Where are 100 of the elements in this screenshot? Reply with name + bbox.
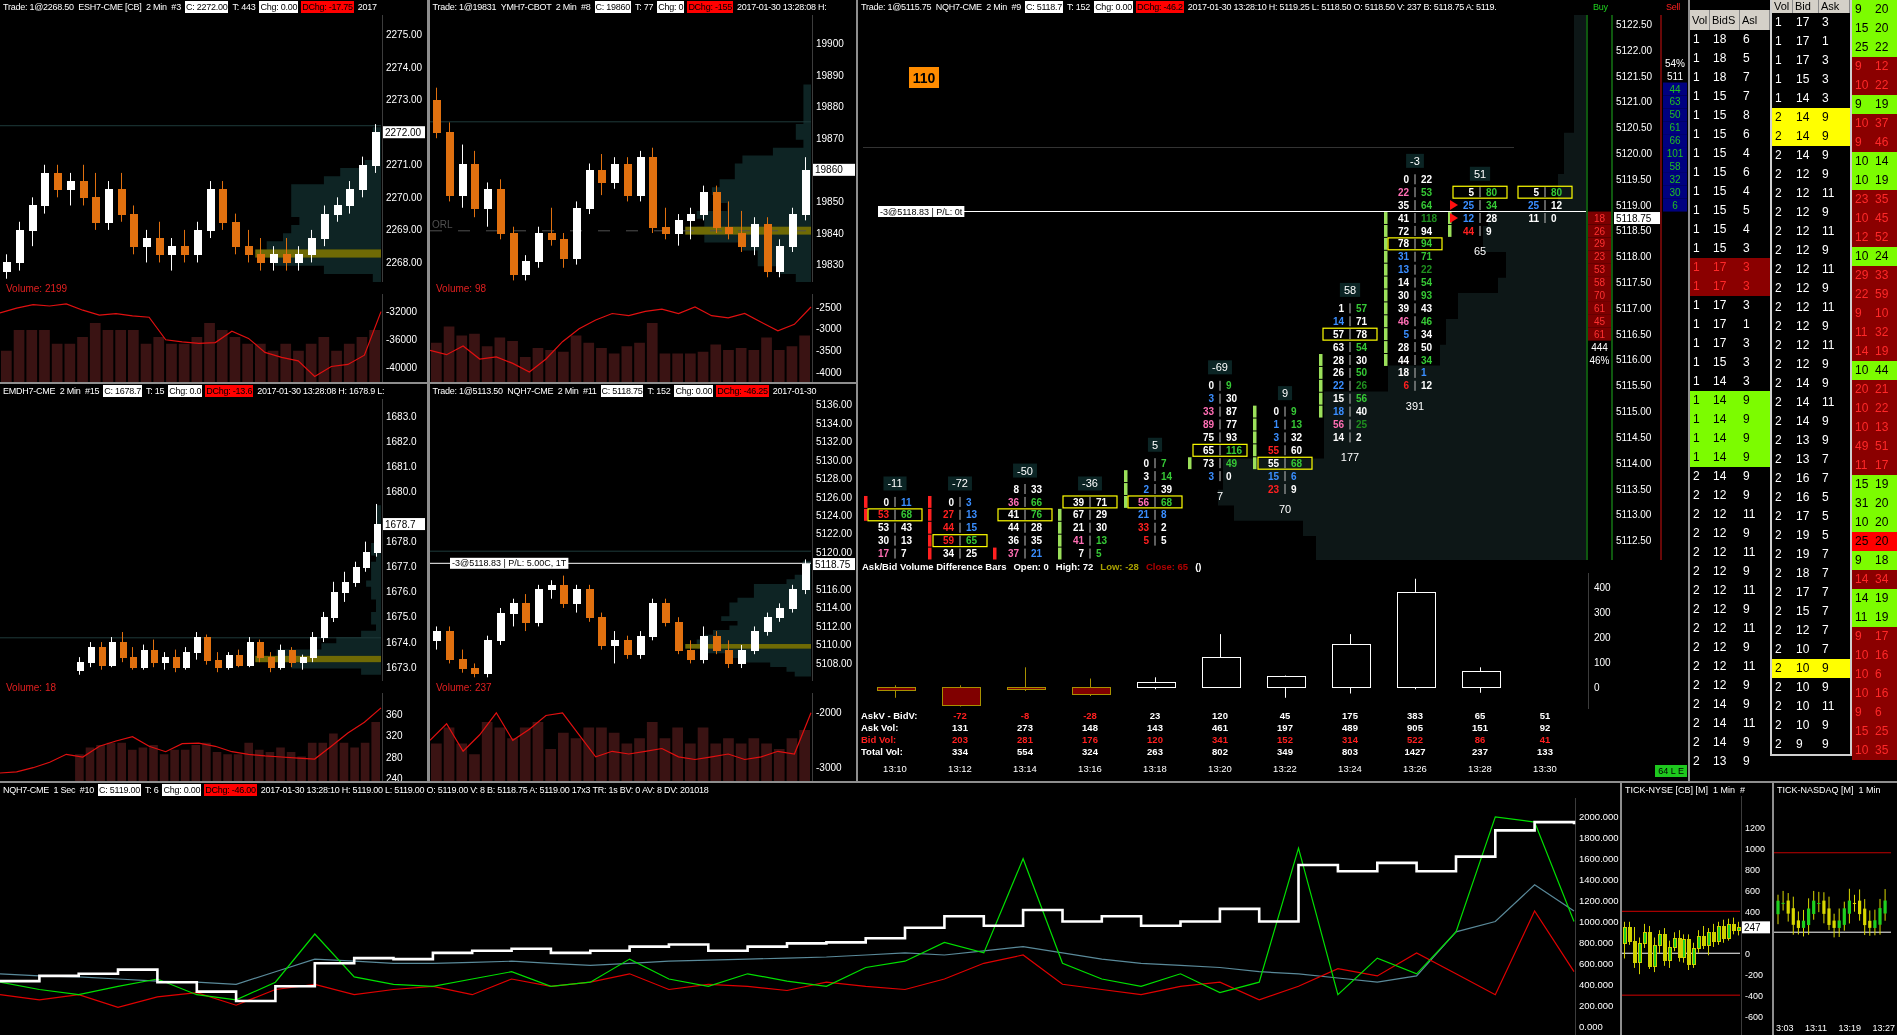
ask-volume: 13 <box>901 535 913 547</box>
ladder-cell-text: 12 <box>1712 487 1728 504</box>
candle <box>509 226 518 281</box>
ladder-cell-text: 10 <box>1854 400 1870 417</box>
ladder-cell-text: 11 <box>1821 223 1836 240</box>
bid-volume: 8 <box>1013 483 1019 495</box>
ladder-cell-text: 12 <box>1795 299 1811 316</box>
bid-volume: 0 <box>1143 457 1149 469</box>
ladder-cell-text: 2 <box>1692 525 1701 542</box>
axis-label: 19890 <box>815 69 844 81</box>
ladder-cell-text: 6 <box>1742 31 1751 48</box>
candle <box>496 607 505 646</box>
ladder-cell-text: 10 <box>1854 248 1870 265</box>
candle <box>661 207 670 240</box>
bid-volume: 65 <box>1202 444 1214 456</box>
ladder-cell-text: 17 <box>1795 584 1811 601</box>
volume-label: Volume: 237 <box>435 682 492 693</box>
side-summary: 46% <box>1589 354 1610 366</box>
ladder-cell-text: 33 <box>1874 267 1890 284</box>
candle <box>648 598 657 641</box>
time-label: 13:16 <box>1077 762 1103 776</box>
chart-info-text: 2017-01-30 13:28:08 H: <box>735 1 828 13</box>
candle <box>432 625 441 651</box>
candle <box>877 684 916 699</box>
candle <box>534 584 543 627</box>
ladder-cell-text: 2 <box>1692 601 1701 618</box>
last-price-tag: 5118.75 <box>1614 212 1660 224</box>
table-value: 905 <box>1407 721 1423 733</box>
ladder-cell-text: 9 <box>1821 736 1830 753</box>
axis-label: 1000 <box>1745 843 1766 854</box>
ladder-cell-text: 9 <box>1742 449 1751 466</box>
candle <box>636 630 645 660</box>
candle <box>374 503 381 558</box>
change-value-tag: DChg: -17.75 <box>301 1 354 13</box>
bid-volume: 39 <box>1072 496 1084 508</box>
ladder-cell-text: 4 <box>1742 221 1751 238</box>
ladder-cell-text: 11 <box>1821 261 1836 278</box>
time-label: 13:26 <box>1402 762 1428 776</box>
ladder-cell-text: 20 <box>1874 1 1890 18</box>
ladder-cell-text: 2 <box>1692 487 1701 504</box>
ladder-cell-text: 10 <box>1854 685 1870 702</box>
candle <box>483 635 492 678</box>
ladder-cell-text: 11 <box>1821 299 1836 316</box>
candle <box>118 172 126 223</box>
axis-label: -200 <box>1745 969 1763 980</box>
ladder-cell-text: 12 <box>1795 337 1811 354</box>
axis-label: 800.000 <box>1579 936 1614 948</box>
ladder-cell-text: 19 <box>1874 172 1890 189</box>
ladder-cell-text: 7 <box>1821 546 1830 563</box>
candle <box>278 644 285 671</box>
ladder-cell-text: 49 <box>1854 438 1870 455</box>
axis-label: 600 <box>1745 885 1761 896</box>
ladder-cell-text: 14 <box>1712 373 1728 390</box>
ladder-cell-text: 13 <box>1795 432 1811 449</box>
candle <box>788 584 797 614</box>
axis-label: 5116.00 <box>1616 354 1652 366</box>
ladder-cell-text: 22 <box>1874 39 1890 56</box>
candle <box>346 180 354 215</box>
candle <box>16 221 24 272</box>
ladder-cell-text: 17 <box>1795 14 1811 31</box>
ladder-cell-text: 2 <box>1774 261 1783 278</box>
ladder-cell-text: 10 <box>1854 742 1870 759</box>
table-value: 120 <box>1212 709 1228 721</box>
axis-label: 1676.0 <box>386 586 417 598</box>
bid-volume: 53 <box>877 509 889 521</box>
time-label: 13:10 <box>882 762 908 776</box>
candle <box>359 156 367 198</box>
ladder-cell-text: 11 <box>1742 715 1757 732</box>
time-label: 13:11 <box>1805 1023 1827 1035</box>
table-value: 143 <box>1147 721 1163 733</box>
ladder-cell-text: 11 <box>1742 620 1757 637</box>
chart-info-text: Trade: 1@2268.50 ESH7-CME [CB] 2 Min #3 <box>2 1 182 13</box>
info-value-tag: C: 1678.7 <box>103 385 143 397</box>
axis-label: 1682.0 <box>386 435 417 447</box>
last-price-tag: 5118.75 <box>812 558 855 571</box>
candle <box>99 641 106 671</box>
ladder-cell-text: 2 <box>1774 109 1783 126</box>
candle <box>321 611 328 643</box>
candle <box>775 238 784 278</box>
table-value: 1427 <box>1404 745 1426 757</box>
ladder-cell-text: 13 <box>1712 753 1728 770</box>
ladder-cell-text: 12 <box>1712 620 1728 637</box>
ladder-cell-text: 16 <box>1874 647 1890 664</box>
side-volume: 18 <box>1593 212 1606 224</box>
table-value: -28 <box>1083 709 1097 721</box>
ladder-cell-text: 29 <box>1854 267 1870 284</box>
ladder-cell-text: 51 <box>1874 438 1890 455</box>
ladder-cell-text: 9 <box>1795 736 1804 753</box>
axis-label: 5116.00 <box>815 583 851 595</box>
change-value-tag: DChg: -46.25 <box>716 385 769 397</box>
ladder-cell-text: 10 <box>1854 172 1870 189</box>
candle <box>156 221 164 263</box>
ladder-cell-text: 3 <box>1742 354 1751 371</box>
ladder-cell-text: 9 <box>1742 753 1751 770</box>
legend-text: Open: 0 <box>1013 561 1049 572</box>
ladder-cell-text: 2 <box>1774 223 1783 240</box>
candle <box>724 639 733 669</box>
ladder-cell-text: 31 <box>1854 495 1870 512</box>
candle <box>105 180 113 231</box>
axis-label: 2271.00 <box>386 159 423 171</box>
